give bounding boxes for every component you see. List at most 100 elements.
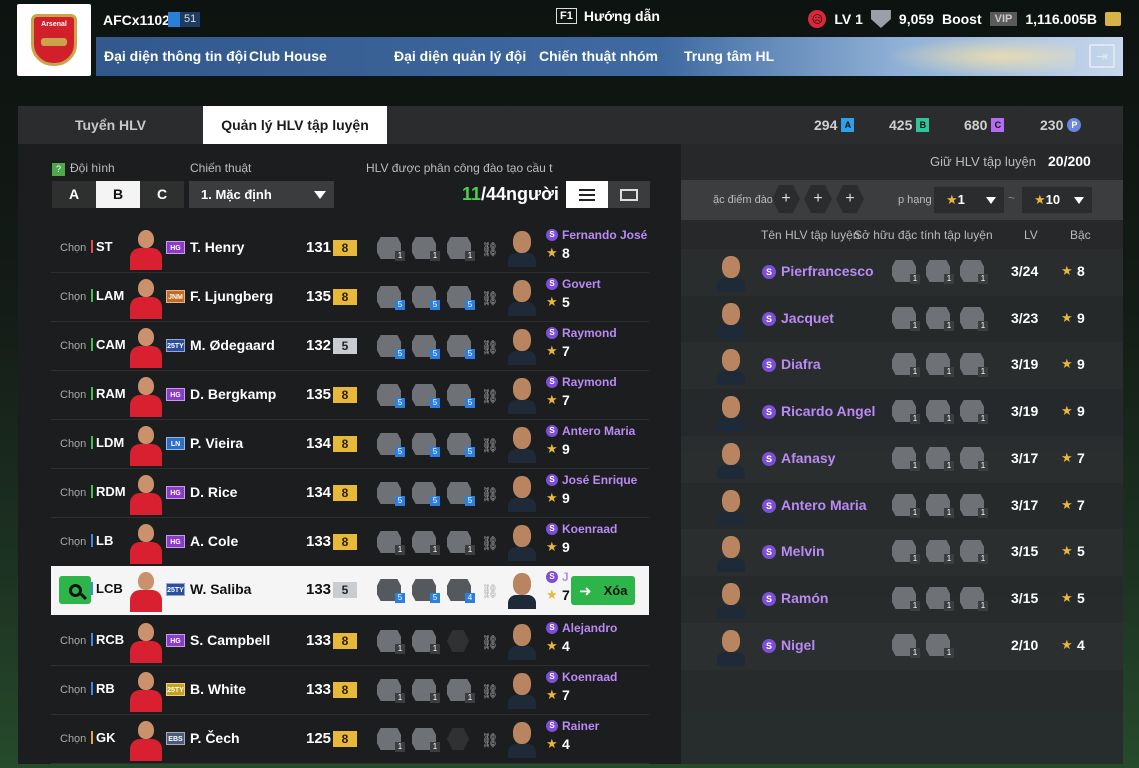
add-trait-filter-2[interactable]: +: [804, 185, 832, 213]
coach-row[interactable]: S Ramón 1 1 1 3/15 ★ 5: [681, 576, 1123, 623]
player-row[interactable]: Chọn RAM HG D. Bergkamp 135 8 5 5 5 ⛓ S Raymond ★ 7: [51, 371, 649, 420]
f1-key-icon: F1: [556, 8, 577, 24]
nav-team-management[interactable]: Đại diện quản lý đội: [394, 48, 526, 64]
exit-icon[interactable]: ⇥: [1089, 44, 1115, 68]
coach-row[interactable]: S Jacquet 1 1 1 3/23 ★ 9: [681, 296, 1123, 343]
choose-label[interactable]: Chọn: [60, 635, 86, 647]
assigned-coach-name: José Enrique: [562, 473, 638, 487]
team-level-badge: 51: [168, 12, 201, 27]
player-row[interactable]: Chọn RCB HG S. Campbell 133 8 1 1 ⛓ S Alejandro ★ 4: [51, 617, 649, 666]
player-row[interactable]: Chọn LB HG A. Cole 133 8 1 1 1 ⛓ S Koenraad ★ 9: [51, 518, 649, 567]
coach-traits: 111: [892, 260, 988, 284]
coach-row[interactable]: S Pierfrancesco 1 1 1 3/24 ★ 8: [681, 249, 1123, 296]
training-trait-icon: 5: [447, 286, 475, 310]
player-row[interactable]: Chọn RDM HG D. Rice 134 8 5 5 5 ⛓ S José Enrique ★ 9: [51, 469, 649, 518]
position-color-bar: [91, 682, 93, 695]
col-coach-name: Tên HLV tập luyện: [761, 228, 860, 242]
position-color-bar: [91, 338, 93, 351]
tab-manage-coach[interactable]: Quản lý HLV tập luyện: [203, 106, 387, 144]
choose-label[interactable]: Chọn: [60, 536, 86, 548]
player-name[interactable]: P. Čech: [190, 730, 240, 746]
formation-label-wrap: ? Đội hình: [52, 161, 115, 176]
player-name[interactable]: M. Ødegaard: [190, 337, 275, 353]
assigned-coach-grade: 7: [562, 687, 570, 703]
choose-label[interactable]: Chọn: [60, 291, 86, 303]
player-avatar: [128, 277, 162, 319]
coach-avatar: [717, 534, 745, 572]
choose-label[interactable]: Chọn: [60, 389, 86, 401]
player-name[interactable]: B. White: [190, 681, 246, 697]
player-row[interactable]: Chọn LAM JNM F. Ljungberg 135 8 5 5 5 ⛓ S Govert ★ 5: [51, 273, 649, 322]
currency-p: 230 P: [1040, 117, 1082, 133]
special-coach-icon: S: [546, 376, 558, 388]
guide-button[interactable]: F1 Hướng dẫn: [556, 8, 660, 24]
player-row[interactable]: Chọn GK EBS P. Čech 125 8 1 1 ⛓ S Rainer ★ 4: [51, 715, 649, 764]
coach-row[interactable]: S Diafra 1 1 1 3/19 ★ 9: [681, 342, 1123, 389]
player-name[interactable]: T. Henry: [190, 239, 244, 255]
player-row[interactable]: Chọn CAM 25TY M. Ødegaard 132 5 5 5 5 ⛓ S Raymond ★ 7: [51, 322, 649, 371]
player-row[interactable]: Chọn LDM LN P. Vieira 134 8 5 5 5 ⛓ S Antero Maria ★…: [51, 420, 649, 469]
rank-to-dropdown[interactable]: ★10: [1022, 187, 1092, 213]
choose-label[interactable]: Chọn: [60, 733, 86, 745]
choose-label[interactable]: Chọn: [60, 242, 86, 254]
add-trait-filter-1[interactable]: +: [772, 185, 800, 213]
formation-b-button[interactable]: B: [96, 181, 140, 208]
coach-row[interactable]: S Afanasy 1 1 1 3/17 ★ 7: [681, 436, 1123, 483]
coach-name: Ramón: [781, 590, 829, 606]
player-name[interactable]: D. Rice: [190, 484, 237, 500]
coach-avatar: [717, 394, 745, 432]
choose-label[interactable]: Chọn: [60, 438, 86, 450]
col-traits: Sở hữu đặc tính tập luyện: [854, 228, 993, 242]
formation-a-button[interactable]: A: [52, 181, 96, 208]
tab-recruit-coach[interactable]: Tuyển HLV: [18, 106, 203, 144]
player-name[interactable]: W. Saliba: [190, 581, 251, 597]
coach-avatar: [717, 301, 745, 339]
remove-coach-button[interactable]: ➜ Xóa: [571, 576, 635, 605]
coach-row[interactable]: S Nigel 1 1 2/10 ★ 4: [681, 623, 1123, 670]
coach-avatar: [717, 347, 745, 385]
player-row[interactable]: LCB 25TY W. Saliba 133 5 5 5 4 ⛓ S J ★ 7 ➜ Xóa: [51, 566, 649, 615]
formation-c-button[interactable]: C: [140, 181, 184, 208]
special-coach-icon: S: [762, 545, 776, 559]
tactic-dropdown[interactable]: 1. Mặc định: [189, 181, 334, 208]
currency-c-icon: C: [991, 118, 1005, 132]
arrow-right-icon: ➜: [579, 582, 592, 600]
coach-row[interactable]: S Ricardo Angel 1 1 1 3/19 ★ 9: [681, 389, 1123, 436]
player-name[interactable]: F. Ljungberg: [190, 288, 273, 304]
chevron-down-icon: [986, 197, 996, 204]
nav-team-tactics[interactable]: Chiến thuật nhóm: [539, 48, 658, 64]
star-icon: ★: [546, 245, 558, 260]
help-icon[interactable]: ?: [52, 163, 65, 176]
coach-row[interactable]: S Melvin 1 1 1 3/15 ★ 5: [681, 529, 1123, 576]
trait-level: 1: [395, 742, 405, 752]
training-traits: 5 5 4: [377, 579, 475, 603]
player-row[interactable]: Chọn RB 25TY B. White 133 8 1 1 1 ⛓ S Koenraad ★ 7: [51, 666, 649, 715]
player-name[interactable]: P. Vieira: [190, 435, 243, 451]
star-icon: ★: [1061, 637, 1073, 652]
coach-avatar: [508, 571, 536, 609]
nav-training-center[interactable]: Trung tâm HL: [684, 48, 774, 64]
search-coach-button[interactable]: [59, 576, 91, 604]
top-bar: Arsenal AFCx1102 51 F1 Hướng dẫn ☹ LV 1 …: [0, 0, 1139, 86]
list-view-button[interactable]: [566, 181, 608, 208]
choose-label[interactable]: Chọn: [60, 684, 86, 696]
assigned-coach-name: Rainer: [562, 719, 600, 733]
choose-label[interactable]: Chọn: [60, 487, 86, 499]
nav-club-house[interactable]: Club House: [249, 48, 327, 64]
grid-view-button[interactable]: [608, 181, 650, 208]
training-traits: 11: [377, 728, 475, 752]
player-name[interactable]: S. Campbell: [190, 632, 270, 648]
player-row[interactable]: Chọn ST HG T. Henry 131 8 1 1 1 ⛓ S Fernando José ★ 8: [51, 224, 649, 273]
rank-from-dropdown[interactable]: ★1: [934, 187, 1004, 213]
player-name[interactable]: A. Cole: [190, 533, 238, 549]
upgrade-level-badge: 8: [333, 485, 357, 501]
boost-label[interactable]: Boost: [942, 11, 982, 27]
choose-label[interactable]: Chọn: [60, 340, 86, 352]
nav-team-info[interactable]: Đại diện thông tin đội: [104, 48, 247, 64]
special-coach-icon: S: [546, 720, 558, 732]
vip-badge[interactable]: VIP: [989, 12, 1018, 26]
coach-row[interactable]: S Antero Maria 1 1 1 3/17 ★ 7: [681, 483, 1123, 530]
add-trait-filter-3[interactable]: +: [836, 185, 864, 213]
season-badge: HG: [166, 388, 185, 401]
player-name[interactable]: D. Bergkamp: [190, 386, 276, 402]
